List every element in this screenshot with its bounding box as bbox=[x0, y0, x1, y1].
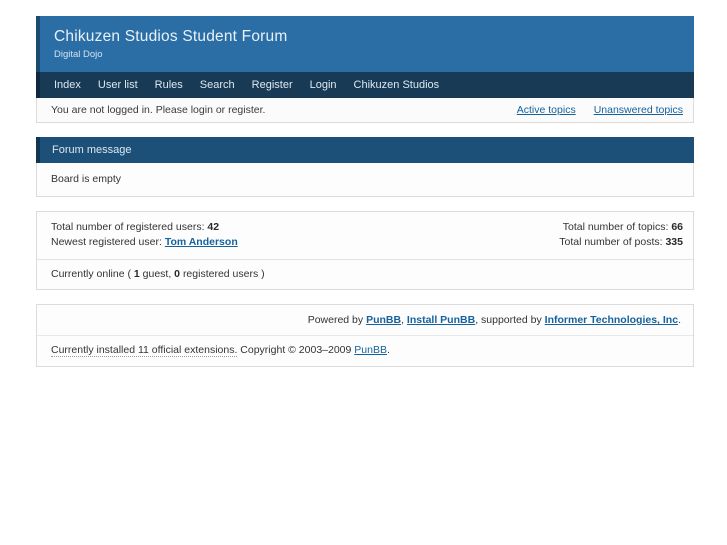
currently-online-row: Currently online ( 1 guest, 0 registered… bbox=[37, 260, 693, 289]
powered-by-label: Powered by bbox=[307, 314, 364, 327]
informer-technologies-link[interactable]: Informer Technologies, Inc bbox=[545, 314, 678, 326]
board-statistics: Total number of registered users: 42 New… bbox=[36, 210, 694, 291]
online-registered-value: 0 bbox=[174, 268, 181, 281]
nav-item-rules[interactable]: Rules bbox=[155, 79, 183, 91]
main-navigation: Index User list Rules Search Register Login Ch… bbox=[36, 71, 694, 98]
online-guests-value: 1 bbox=[133, 268, 140, 281]
footer-credits: Powered by PunBB, Install PunBB, support… bbox=[37, 305, 693, 335]
online-guests-label: guest, bbox=[142, 268, 172, 281]
status-quick-links: Active topics Unanswered topics bbox=[499, 104, 683, 116]
credits-comma: , bbox=[401, 314, 404, 327]
topics-count-value: 66 bbox=[671, 220, 683, 233]
newest-user-link[interactable]: Tom Anderson bbox=[165, 236, 238, 248]
credits-period: . bbox=[678, 314, 681, 327]
online-suffix: ) bbox=[261, 268, 265, 281]
active-topics-link[interactable]: Active topics bbox=[517, 104, 576, 116]
nav-item-chikuzen-studios[interactable]: Chikuzen Studios bbox=[354, 79, 440, 91]
registered-users-value: 42 bbox=[207, 220, 220, 233]
page-title: Chikuzen Studios Student Forum bbox=[54, 28, 288, 45]
newest-user-label: Newest registered user: bbox=[51, 235, 162, 248]
install-punbb-link[interactable]: Install PunBB bbox=[407, 314, 475, 326]
posts-count-line: Total number of posts: 335 bbox=[559, 235, 683, 250]
site-header: Chikuzen Studios Student Forum Digital D… bbox=[36, 16, 694, 72]
online-registered-label: registered users bbox=[182, 268, 259, 281]
forum-page: Chikuzen Studios Student Forum Digital D… bbox=[36, 0, 694, 368]
stats-users-column: Total number of registered users: 42 New… bbox=[51, 220, 238, 250]
forum-message-heading: Forum message bbox=[36, 136, 694, 163]
nav-item-user-list[interactable]: User list bbox=[98, 79, 138, 91]
posts-count-value: 335 bbox=[665, 235, 683, 248]
copyright-punbb-link[interactable]: PunBB bbox=[354, 344, 387, 356]
topics-count-line: Total number of topics: 66 bbox=[559, 220, 683, 235]
topics-count-label: Total number of topics: bbox=[562, 220, 669, 233]
copyright-text: Copyright © 2003–2009 bbox=[240, 344, 352, 357]
posts-count-label: Total number of posts: bbox=[559, 235, 663, 248]
nav-item-login[interactable]: Login bbox=[310, 79, 337, 91]
footer-copyright: Currently installed 11 official extensio… bbox=[37, 335, 693, 366]
login-status-bar: You are not logged in. Please login or r… bbox=[36, 97, 694, 123]
punbb-link[interactable]: PunBB bbox=[366, 314, 401, 326]
copyright-period: . bbox=[387, 344, 390, 357]
registered-users-line: Total number of registered users: 42 bbox=[51, 220, 238, 235]
login-status-message: You are not logged in. Please login or r… bbox=[51, 103, 266, 116]
unanswered-topics-link[interactable]: Unanswered topics bbox=[594, 104, 683, 116]
newest-user-line: Newest registered user: Tom Anderson bbox=[51, 235, 238, 250]
nav-item-search[interactable]: Search bbox=[200, 79, 235, 91]
site-subtitle: Digital Dojo bbox=[54, 49, 103, 61]
stats-content-column: Total number of topics: 66 Total number … bbox=[559, 220, 683, 250]
extensions-note: Currently installed 11 official extensio… bbox=[51, 344, 238, 358]
supported-by-label: , supported by bbox=[475, 314, 542, 327]
forum-message-block: Forum message Board is empty bbox=[36, 136, 694, 197]
stats-primary-row: Total number of registered users: 42 New… bbox=[37, 212, 693, 259]
nav-item-register[interactable]: Register bbox=[252, 79, 293, 91]
registered-users-label: Total number of registered users: bbox=[51, 220, 205, 233]
forum-message-body: Board is empty bbox=[37, 162, 693, 196]
nav-item-index[interactable]: Index bbox=[54, 79, 81, 91]
online-prefix: Currently online ( bbox=[51, 268, 131, 281]
page-footer: Powered by PunBB, Install PunBB, support… bbox=[36, 304, 694, 368]
